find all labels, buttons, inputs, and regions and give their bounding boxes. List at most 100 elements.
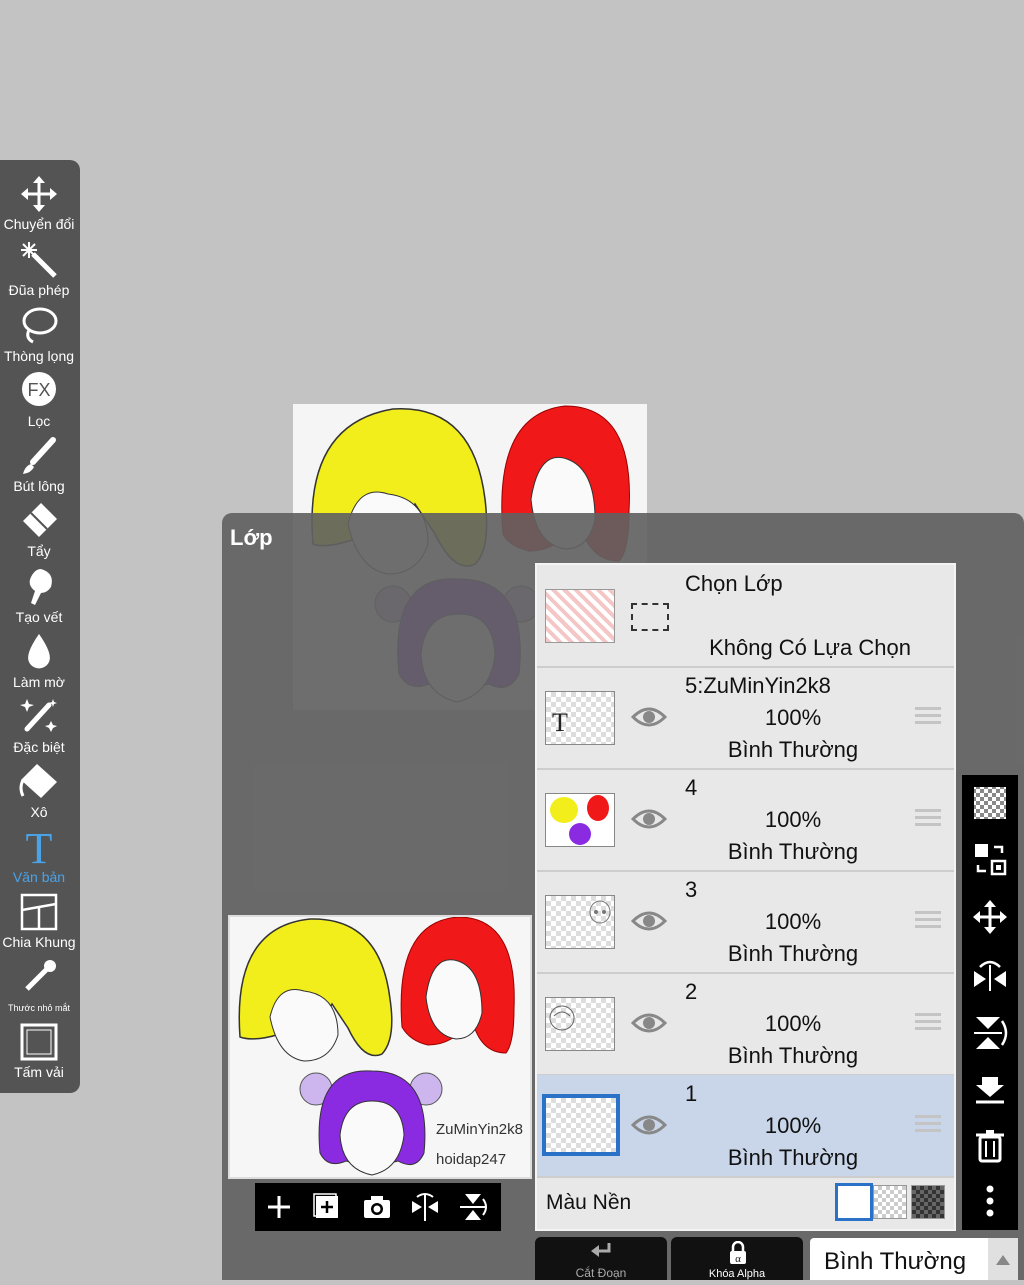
flip-horizontal-icon[interactable] bbox=[972, 957, 1008, 993]
svg-text:α: α bbox=[735, 1253, 741, 1265]
flip-vertical-icon[interactable] bbox=[457, 1191, 489, 1223]
visibility-eye-icon[interactable] bbox=[631, 907, 667, 935]
chevron-up-icon bbox=[996, 1255, 1010, 1265]
move-icon bbox=[21, 176, 57, 212]
layer-blend-mode: Bình Thường bbox=[727, 1043, 859, 1068]
layer-list: Chọn Lớp Không Có Lựa Chọn T 5:ZuMinYin2… bbox=[535, 563, 956, 1231]
tool-lasso[interactable]: Thòng lọng bbox=[0, 306, 78, 370]
visibility-eye-icon[interactable] bbox=[631, 703, 667, 731]
background-color-row: Màu Nền bbox=[537, 1179, 954, 1229]
preview-watermark: ZuMinYin2k8 bbox=[436, 1121, 523, 1138]
clipping-label: Cắt Đoạn bbox=[575, 1266, 627, 1280]
trash-icon[interactable] bbox=[972, 1127, 1008, 1163]
marquee-selection-icon bbox=[631, 603, 669, 631]
tool-label: Chia Khung bbox=[2, 934, 76, 950]
text-layer-icon: T bbox=[552, 708, 568, 737]
tool-frame-divider[interactable]: Chia Khung bbox=[0, 892, 78, 956]
background-color-label: Màu Nền bbox=[546, 1191, 632, 1214]
tool-blur[interactable]: Làm mờ bbox=[0, 632, 78, 696]
drag-handle-icon[interactable] bbox=[915, 911, 941, 931]
clipping-button[interactable]: Cắt Đoạn bbox=[535, 1237, 667, 1280]
tool-smudge[interactable]: Tạo vết bbox=[0, 567, 78, 631]
merge-down-icon[interactable] bbox=[972, 1071, 1008, 1107]
selection-layer-row[interactable]: Chọn Lớp Không Có Lựa Chọn bbox=[537, 565, 954, 668]
layer-blend-mode: Bình Thường bbox=[727, 1145, 859, 1170]
layer-blend-mode: Bình Thường bbox=[727, 941, 859, 966]
tool-transform[interactable]: Chuyển đổi bbox=[0, 174, 78, 238]
visibility-eye-icon[interactable] bbox=[631, 805, 667, 833]
tool-label: Làm mờ bbox=[13, 674, 65, 690]
drag-handle-icon[interactable] bbox=[915, 1115, 941, 1135]
preview-watermark: hoidap247 bbox=[436, 1151, 507, 1168]
drag-handle-icon[interactable] bbox=[915, 707, 941, 727]
layer-opacity: 100% bbox=[764, 1113, 822, 1138]
tool-sidebar: Chuyển đổi Đũa phép Thòng lọng FX Lọc Bú… bbox=[0, 160, 80, 1093]
visibility-eye-icon[interactable] bbox=[631, 1111, 667, 1139]
visibility-eye-icon[interactable] bbox=[631, 1009, 667, 1037]
bg-white-swatch[interactable] bbox=[835, 1183, 873, 1221]
hair-thumb-artwork bbox=[546, 794, 614, 846]
blend-mode-arrow[interactable] bbox=[988, 1238, 1018, 1280]
drag-handle-icon[interactable] bbox=[915, 809, 941, 829]
alpha-lock-label: Khóa Alpha bbox=[708, 1268, 766, 1280]
tool-label: Tấm vải bbox=[14, 1064, 64, 1080]
panel-title: Lớp bbox=[230, 525, 273, 550]
selection-thumb bbox=[545, 589, 615, 643]
layer-row[interactable]: 3 100% Bình Thường bbox=[537, 871, 954, 974]
tool-special[interactable]: Đặc biệt bbox=[0, 697, 78, 761]
tool-bucket[interactable]: Xô bbox=[0, 762, 78, 826]
tool-magic-wand[interactable]: Đũa phép bbox=[0, 240, 78, 304]
layer-name: 3 bbox=[685, 877, 698, 902]
frame-divider-icon bbox=[20, 893, 58, 931]
add-layer-icon[interactable] bbox=[263, 1191, 295, 1223]
flip-horizontal-icon[interactable] bbox=[409, 1191, 441, 1223]
tool-label: Tạo vết bbox=[15, 609, 63, 625]
sketch-thumb-artwork bbox=[549, 1005, 575, 1031]
bg-transparent-dark-swatch[interactable] bbox=[911, 1185, 945, 1219]
tool-label: Xô bbox=[30, 804, 48, 820]
canvas-icon bbox=[20, 1023, 58, 1061]
layer-blend-mode: Bình Thường bbox=[727, 737, 859, 762]
duplicate-layer-icon[interactable] bbox=[311, 1191, 343, 1223]
layer-panel: Lớp ZuMinYin2k8 hoidap247 Chọn Lớp Không… bbox=[222, 513, 1024, 1280]
selection-status: Không Có Lựa Chọn bbox=[709, 635, 911, 660]
more-vertical-icon[interactable] bbox=[972, 1183, 1008, 1219]
layer-opacity: 100% bbox=[764, 1011, 822, 1036]
magic-wand-icon bbox=[21, 242, 57, 278]
flip-vertical-icon[interactable] bbox=[972, 1015, 1008, 1051]
tool-canvas[interactable]: Tấm vải bbox=[0, 1022, 78, 1086]
tool-brush[interactable]: Bút lông bbox=[0, 436, 78, 500]
layer-thumbnail: T bbox=[545, 691, 615, 745]
tool-label: Chuyển đổi bbox=[3, 216, 75, 232]
layer-action-bar bbox=[255, 1183, 501, 1231]
layer-opacity: 100% bbox=[764, 909, 822, 934]
sketch-thumb-artwork bbox=[589, 900, 611, 924]
bg-transparent-light-swatch[interactable] bbox=[873, 1185, 907, 1219]
drag-handle-icon[interactable] bbox=[915, 1013, 941, 1033]
layer-row[interactable]: 4 100% Bình Thường bbox=[537, 769, 954, 872]
blend-mode-select[interactable]: Bình Thường bbox=[810, 1238, 1018, 1280]
tool-label: Đặc biệt bbox=[13, 739, 65, 755]
tool-label: Thước nhỏ mắt bbox=[8, 1003, 70, 1013]
camera-import-icon[interactable] bbox=[361, 1191, 393, 1223]
transparency-checker-icon[interactable] bbox=[972, 785, 1008, 821]
tool-label: Đũa phép bbox=[8, 282, 70, 298]
tool-label: Bút lông bbox=[13, 478, 65, 494]
tool-label: Tẩy bbox=[27, 543, 51, 559]
special-wand-icon bbox=[20, 699, 57, 732]
alpha-lock-button[interactable]: α Khóa Alpha bbox=[671, 1237, 803, 1280]
swap-layer-icon[interactable] bbox=[972, 841, 1008, 877]
svg-text:T: T bbox=[26, 827, 53, 867]
layer-name: 1 bbox=[685, 1081, 698, 1106]
tool-eraser[interactable]: Tẩy bbox=[0, 501, 78, 565]
layer-row[interactable]: 2 100% Bình Thường bbox=[537, 973, 954, 1076]
smudge-icon bbox=[29, 569, 52, 605]
tool-eyedropper[interactable]: Thước nhỏ mắt bbox=[0, 957, 78, 1021]
move-layer-icon[interactable] bbox=[972, 899, 1008, 935]
tool-filter[interactable]: FX Lọc bbox=[0, 371, 78, 435]
fx-filter-icon: FX bbox=[22, 372, 56, 406]
layer-name: 5:ZuMinYin2k8 bbox=[685, 673, 831, 698]
tool-text[interactable]: T Văn bản bbox=[0, 827, 78, 891]
layer-row[interactable]: T 5:ZuMinYin2k8 100% Bình Thường bbox=[537, 667, 954, 770]
layer-row-selected[interactable]: 1 100% Bình Thường bbox=[537, 1075, 954, 1178]
